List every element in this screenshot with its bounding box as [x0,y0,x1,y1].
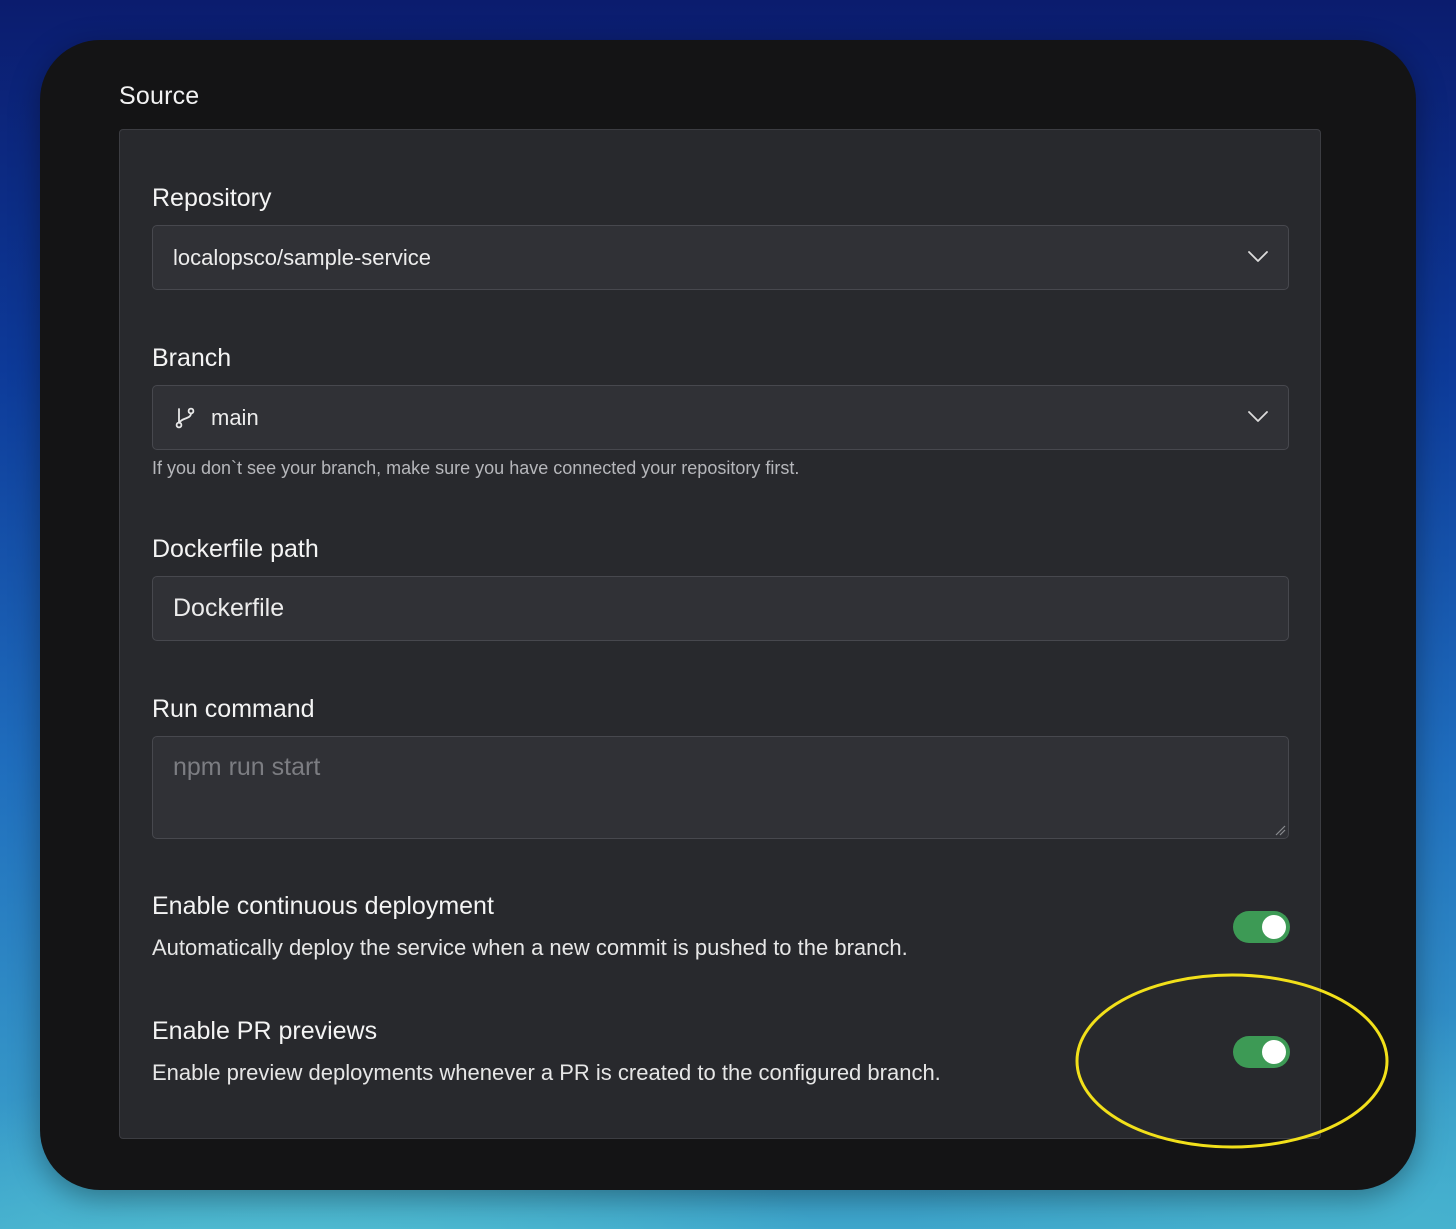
resize-grip-icon[interactable] [1274,824,1286,836]
settings-window: Source Repository localopsco/sample-serv… [40,40,1416,1190]
pr-previews-description: Enable preview deployments whenever a PR… [152,1060,941,1085]
branch-value: main [211,404,259,430]
branch-select[interactable]: main [152,385,1289,450]
run-command-textarea[interactable]: npm run start [152,736,1289,839]
repository-select[interactable]: localopsco/sample-service [152,225,1289,290]
continuous-deployment-description: Automatically deploy the service when a … [152,935,908,960]
repository-value: localopsco/sample-service [173,244,431,270]
run-command-label: Run command [152,695,315,723]
branch-label: Branch [152,344,232,372]
source-panel: Repository localopsco/sample-service Bra… [119,129,1321,1139]
dockerfile-path-input[interactable]: Dockerfile [152,576,1289,641]
toggle-knob [1262,1040,1286,1064]
repository-label: Repository [152,184,272,212]
branch-help-text: If you don`t see your branch, make sure … [152,458,800,478]
pr-previews-title: Enable PR previews [152,1017,378,1045]
run-command-placeholder: npm run start [173,753,321,781]
continuous-deployment-title: Enable continuous deployment [152,892,494,920]
section-title: Source [119,82,200,110]
dockerfile-value: Dockerfile [173,594,285,622]
chevron-down-icon [1248,410,1268,422]
chevron-down-icon [1248,250,1268,262]
toggle-knob [1262,915,1286,939]
dockerfile-label: Dockerfile path [152,535,319,563]
git-branch-icon [175,407,195,428]
continuous-deployment-toggle[interactable] [1233,911,1290,943]
pr-previews-toggle[interactable] [1233,1036,1290,1068]
